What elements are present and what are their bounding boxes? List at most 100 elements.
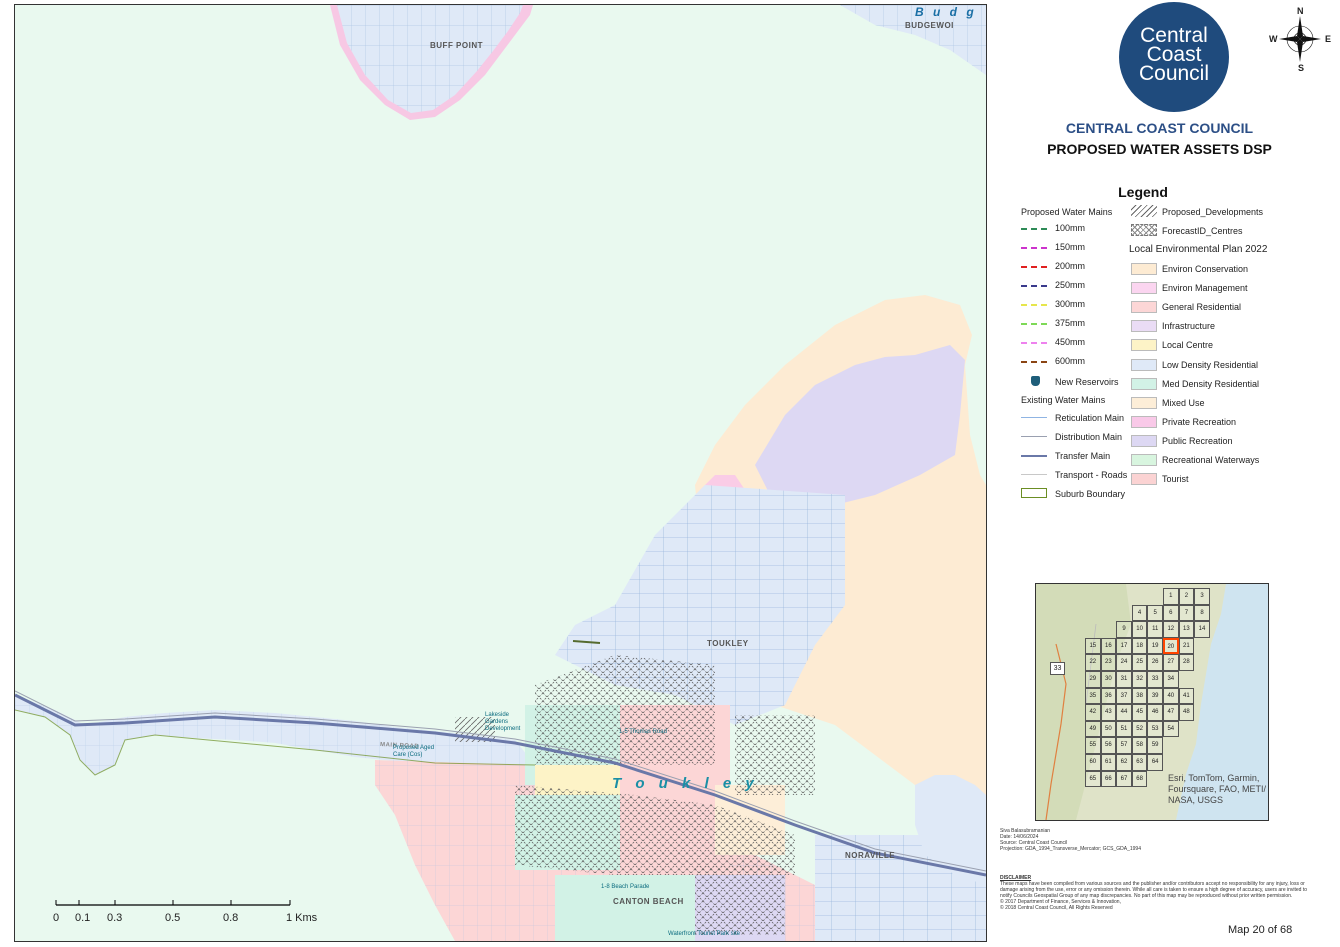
zone-swatch bbox=[1131, 358, 1157, 371]
proposed-developments-swatch bbox=[1131, 205, 1157, 217]
inset-grid-cell: 8 bbox=[1194, 604, 1210, 622]
inset-grid-cell: 42 bbox=[1085, 704, 1101, 721]
existing-main-swatch bbox=[1021, 455, 1047, 457]
inset-grid-cell: 21 bbox=[1178, 637, 1195, 655]
compass-s: S bbox=[1298, 63, 1305, 73]
inset-grid-cell: 6 bbox=[1163, 604, 1179, 622]
existing-main-label: Distribution Main bbox=[1055, 432, 1123, 442]
inset-grid-cell: 9 bbox=[1116, 621, 1132, 638]
inset-grid-cell: 57 bbox=[1116, 737, 1132, 754]
scale-tick-5: 1 Kms bbox=[286, 912, 318, 924]
zone-swatch bbox=[1131, 320, 1157, 333]
scale-tick-2: 0.3 bbox=[107, 912, 123, 924]
zone-swatch bbox=[1131, 454, 1157, 466]
map-frame[interactable]: BUFF POINT BUDGEWOI B u d g TOUKLEY T o … bbox=[14, 4, 987, 942]
zone-label: Low Density Residential bbox=[1162, 359, 1259, 370]
inset-grid-cell: 14 bbox=[1194, 621, 1210, 638]
inset-grid-cell: 62 bbox=[1116, 754, 1132, 771]
legend-existing-heading: Existing Water Mains bbox=[1021, 395, 1106, 405]
zone-label: Environ Management bbox=[1162, 283, 1248, 294]
scale-tick-3: 0.5 bbox=[165, 912, 181, 924]
zone-label: Infrastructure bbox=[1162, 321, 1216, 332]
zone-label: Mixed Use bbox=[1162, 397, 1205, 408]
inset-grid-cell: 12 bbox=[1163, 621, 1179, 638]
label-budgewoi: BUDGEWOI bbox=[905, 21, 954, 30]
inset-grid-cell: 13 bbox=[1178, 621, 1195, 638]
existing-main-swatch bbox=[1021, 417, 1047, 418]
highway-33-badge: 33 bbox=[1050, 662, 1065, 675]
proposed-main-label: 375mm bbox=[1055, 318, 1086, 328]
inset-grid-cell: 16 bbox=[1100, 637, 1117, 655]
inset-grid-cell: 15 bbox=[1085, 637, 1101, 655]
inset-grid-cell: 19 bbox=[1147, 637, 1163, 655]
inset-map: 1 2 3 4 5 6 7 8 9 10 11 12 13 14 15 16 17 18 19 20 21 22 23 24 2… bbox=[1035, 583, 1269, 821]
label-toukley-town: T o u k l e y bbox=[612, 775, 759, 792]
proposed-main-label: 600mm bbox=[1055, 356, 1086, 366]
existing-main-label: Reticulation Main bbox=[1055, 413, 1125, 423]
north-arrow-icon: N S E W bbox=[1269, 6, 1332, 73]
legend-reservoirs: New Reservoirs bbox=[1055, 377, 1119, 387]
inset-grid-cell: 60 bbox=[1085, 754, 1101, 771]
zone-swatch bbox=[1131, 473, 1157, 486]
legend-proposed-heading: Proposed Water Mains bbox=[1021, 207, 1113, 217]
map-number: Map 20 of 68 bbox=[1228, 924, 1293, 936]
label-budgewoi-water: B u d g bbox=[915, 5, 977, 19]
scale-tick-0: 0 bbox=[53, 912, 60, 924]
inset-grid-cell: 46 bbox=[1147, 704, 1163, 721]
proposed-main-swatch bbox=[1021, 285, 1047, 287]
inset-grid-cell: 37 bbox=[1116, 687, 1132, 705]
inset-grid-cell: 34 bbox=[1163, 671, 1179, 688]
zone-swatch bbox=[1131, 434, 1157, 447]
zone-swatch bbox=[1131, 377, 1157, 390]
inset-grid-cell: 26 bbox=[1147, 654, 1163, 671]
inset-grid-cell: 36 bbox=[1100, 687, 1117, 705]
inset-grid-cell: 30 bbox=[1100, 671, 1117, 688]
zone-swatch bbox=[1131, 301, 1157, 314]
inset-grid-cell: 55 bbox=[1085, 737, 1101, 754]
inset-grid-cell: 29 bbox=[1085, 671, 1101, 688]
scale-tick-1: 0.1 bbox=[75, 912, 91, 924]
inset-grid-cell: 2 bbox=[1178, 588, 1195, 605]
label-site-tourist-park: Waterfront Tourist Park site bbox=[668, 931, 741, 937]
zone-label: General Residential bbox=[1162, 302, 1242, 313]
inset-grid-cell: 22 bbox=[1085, 654, 1101, 671]
existing-main-swatch bbox=[1021, 436, 1047, 437]
label-norahville: NORAVILLE bbox=[845, 851, 896, 860]
proposed-main-label: 450mm bbox=[1055, 337, 1086, 347]
inset-grid-cell: 61 bbox=[1100, 754, 1117, 771]
suburb-boundary-swatch bbox=[1021, 488, 1047, 498]
inset-grid-cell: 56 bbox=[1100, 737, 1117, 754]
council-logo: Central Coast Council bbox=[1119, 2, 1229, 112]
zone-label: Private Recreation bbox=[1162, 416, 1237, 427]
proposed-main-swatch bbox=[1021, 247, 1047, 249]
inset-grid-cell: 48 bbox=[1178, 704, 1195, 721]
inset-grid-cell: 5 bbox=[1147, 604, 1163, 622]
label-toukley-suburb: TOUKLEY bbox=[707, 639, 749, 648]
inset-grid-cell: 58 bbox=[1131, 737, 1148, 754]
inset-grid-cell: 66 bbox=[1100, 770, 1117, 788]
side-panel: Central Coast Council N S E W CENTRAL CO… bbox=[998, 0, 1340, 947]
existing-main-label: Transfer Main bbox=[1055, 451, 1111, 461]
zone-label: Local Centre bbox=[1162, 340, 1214, 351]
existing-main-label: Suburb Boundary bbox=[1055, 489, 1126, 499]
zone-swatch bbox=[1131, 263, 1157, 275]
forecast-centres-swatch bbox=[1131, 224, 1157, 236]
label-site-lakeside: Lakeside Gardens Development bbox=[485, 712, 521, 732]
inset-grid-cell: 53 bbox=[1147, 720, 1163, 738]
inset-grid-cell: 65 bbox=[1085, 770, 1101, 788]
inset-grid-cell: 27 bbox=[1163, 654, 1179, 671]
scale-bar: 0 0.1 0.3 0.5 0.8 1 Kms bbox=[53, 900, 317, 930]
proposed-main-swatch bbox=[1021, 228, 1047, 230]
inset-grid-cell: 51 bbox=[1116, 720, 1132, 738]
zone-label: Tourist bbox=[1162, 474, 1189, 485]
zone-label: Public Recreation bbox=[1162, 435, 1233, 446]
legend-lep-heading: Local Environmental Plan 2022 bbox=[1129, 244, 1268, 255]
zone-swatch bbox=[1131, 339, 1157, 352]
map-title: PROPOSED WATER ASSETS DSP bbox=[1047, 141, 1272, 157]
inset-grid-cell: 32 bbox=[1131, 671, 1148, 688]
inset-grid-cell: 41 bbox=[1178, 687, 1195, 705]
inset-grid-cell: 43 bbox=[1100, 704, 1117, 721]
label-canton-beach: CANTON BEACH bbox=[613, 897, 684, 906]
compass-e: E bbox=[1325, 34, 1332, 44]
inset-grid-cell: 24 bbox=[1116, 654, 1132, 671]
